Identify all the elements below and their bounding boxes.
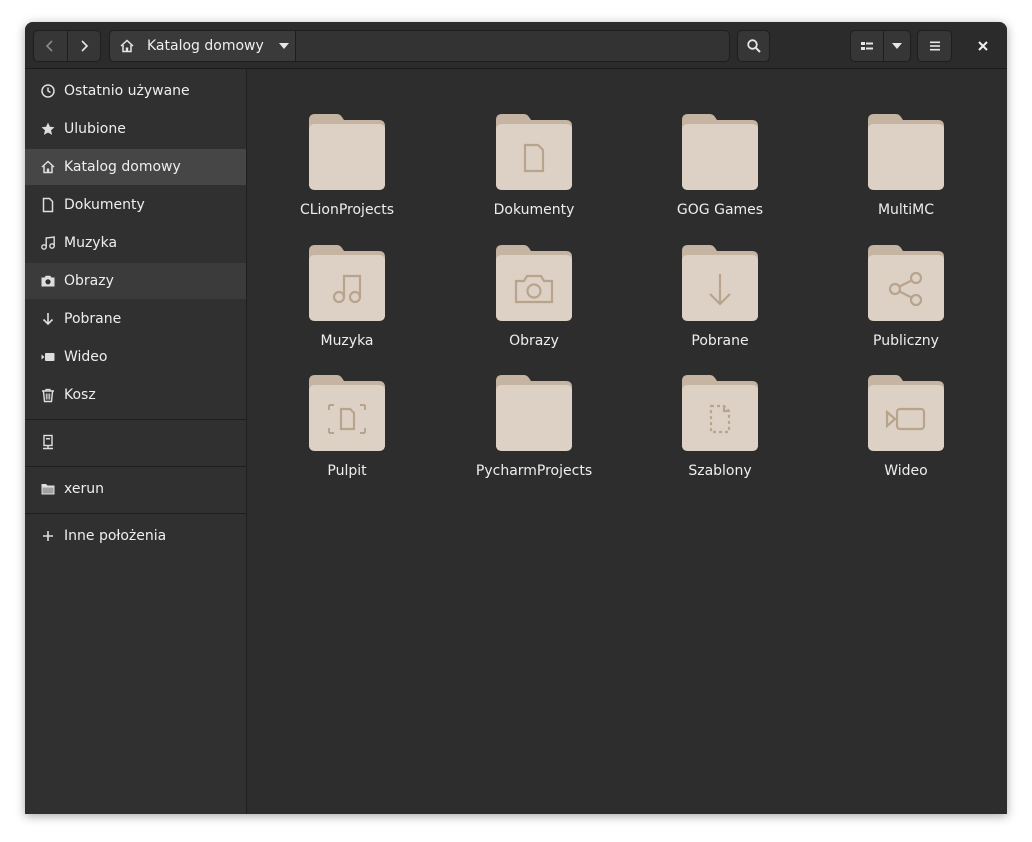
sidebar-item-bookmark-xerun[interactable]: xerun <box>25 471 246 507</box>
computer-icon <box>40 434 56 450</box>
folder-icon <box>496 114 572 190</box>
sidebar-item-label: Muzyka <box>64 235 118 251</box>
sidebar-item-home[interactable]: Katalog domowy <box>25 149 246 185</box>
chevron-left-icon <box>46 40 53 52</box>
navigation-buttons <box>33 30 101 62</box>
view-buttons <box>850 30 911 62</box>
sidebar-item-starred[interactable]: Ulubione <box>25 111 246 147</box>
folder-icon <box>868 245 944 321</box>
caret-down-icon <box>892 43 903 49</box>
document-icon <box>40 197 56 213</box>
sidebar-separator <box>25 419 246 420</box>
sidebar-item-label: Inne położenia <box>64 528 167 544</box>
sidebar-item-label: Pobrane <box>64 311 122 327</box>
sidebar-item-downloads[interactable]: Pobrane <box>25 301 246 337</box>
chevron-right-icon <box>81 40 88 52</box>
folder-item[interactable]: CLionProjects <box>257 112 437 236</box>
music-icon <box>40 235 56 251</box>
folder-icon <box>309 375 385 451</box>
clock-icon <box>40 83 56 99</box>
sidebar-item-other-locations[interactable]: Inne położenia <box>25 518 246 554</box>
folder-name: Obrazy <box>509 333 559 349</box>
pathbar: Katalog domowy <box>109 30 730 62</box>
sidebar-item-pictures[interactable]: Obrazy <box>25 263 246 299</box>
sidebar-item-drive[interactable] <box>25 424 246 460</box>
folder-name: Publiczny <box>873 333 939 349</box>
main-menu-button[interactable] <box>917 30 952 62</box>
folder-icon <box>40 481 56 497</box>
path-home-button[interactable]: Katalog domowy <box>110 31 296 61</box>
sidebar-item-music[interactable]: Muzyka <box>25 225 246 261</box>
close-icon <box>978 41 988 51</box>
folder-name: Muzyka <box>320 333 374 349</box>
folder-item[interactable]: Publiczny <box>816 243 996 367</box>
folder-icon <box>682 114 758 190</box>
forward-button[interactable] <box>66 31 101 61</box>
folder-name: CLionProjects <box>299 202 395 218</box>
back-button[interactable] <box>34 31 67 61</box>
sidebar-item-recent[interactable]: Ostatnio używane <box>25 73 246 109</box>
sidebar-item-label: Obrazy <box>64 273 114 289</box>
video-icon <box>40 349 56 365</box>
folder-item[interactable]: Pobrane <box>630 243 810 367</box>
folder-name: MultiMC <box>877 202 935 218</box>
sidebar-item-label: Kosz <box>64 387 96 403</box>
download-icon <box>40 311 56 327</box>
close-button[interactable] <box>969 30 997 62</box>
folder-item[interactable]: Muzyka <box>257 243 437 367</box>
path-location-label: Katalog domowy <box>147 38 264 54</box>
sidebar-separator <box>25 513 246 514</box>
folder-item[interactable]: MultiMC <box>816 112 996 236</box>
folder-item[interactable]: GOG Games <box>630 112 810 236</box>
file-manager-window: Katalog domowy Ostatnio używane Ulubione… <box>25 22 1007 814</box>
sidebar-item-videos[interactable]: Wideo <box>25 339 246 375</box>
folder-name: Dokumenty <box>493 202 575 218</box>
headerbar: Katalog domowy <box>25 22 1007 69</box>
sidebar-separator <box>25 466 246 467</box>
folder-icon <box>496 375 572 451</box>
list-view-icon <box>861 42 874 50</box>
star-icon <box>40 121 56 137</box>
folder-name: PycharmProjects <box>475 463 593 479</box>
folder-icon <box>309 114 385 190</box>
folder-name: Pobrane <box>691 333 749 349</box>
folder-icon <box>868 114 944 190</box>
folder-name: Szablony <box>688 463 752 479</box>
folder-name: Wideo <box>884 463 928 479</box>
sidebar: Ostatnio używane Ulubione Katalog domowy… <box>25 69 247 814</box>
sidebar-item-label: xerun <box>64 481 104 497</box>
folder-name: GOG Games <box>676 202 764 218</box>
caret-down-icon[interactable] <box>278 40 290 52</box>
folder-item[interactable]: Obrazy <box>444 243 624 367</box>
home-icon <box>120 39 134 53</box>
search-button[interactable] <box>737 30 770 62</box>
folder-item[interactable]: Dokumenty <box>444 112 624 236</box>
folder-icon <box>496 245 572 321</box>
plus-icon <box>40 528 56 544</box>
folder-item[interactable]: PycharmProjects <box>444 373 624 497</box>
view-mode-button[interactable] <box>851 31 885 61</box>
folder-item[interactable]: Pulpit <box>257 373 437 497</box>
view-options-button[interactable] <box>884 31 910 61</box>
sidebar-item-label: Ulubione <box>64 121 126 137</box>
camera-icon <box>40 273 56 289</box>
files-view: CLionProjects Dokumenty GOG Games MultiMC Mu… <box>247 69 1007 814</box>
folder-item[interactable]: Wideo <box>816 373 996 497</box>
folder-icon <box>868 375 944 451</box>
sidebar-item-label: Katalog domowy <box>64 159 181 175</box>
folder-name: Pulpit <box>327 463 367 479</box>
search-icon <box>746 39 761 53</box>
folder-icon <box>309 245 385 321</box>
sidebar-item-label: Dokumenty <box>64 197 145 213</box>
trash-icon <box>40 387 56 403</box>
sidebar-item-label: Ostatnio używane <box>64 83 190 99</box>
hamburger-menu-icon <box>929 41 940 51</box>
home-icon <box>40 159 56 175</box>
sidebar-item-label: Wideo <box>64 349 108 365</box>
folder-item[interactable]: Szablony <box>630 373 810 497</box>
folder-icon <box>682 245 758 321</box>
sidebar-item-documents[interactable]: Dokumenty <box>25 187 246 223</box>
folder-icon <box>682 375 758 451</box>
sidebar-item-trash[interactable]: Kosz <box>25 377 246 413</box>
